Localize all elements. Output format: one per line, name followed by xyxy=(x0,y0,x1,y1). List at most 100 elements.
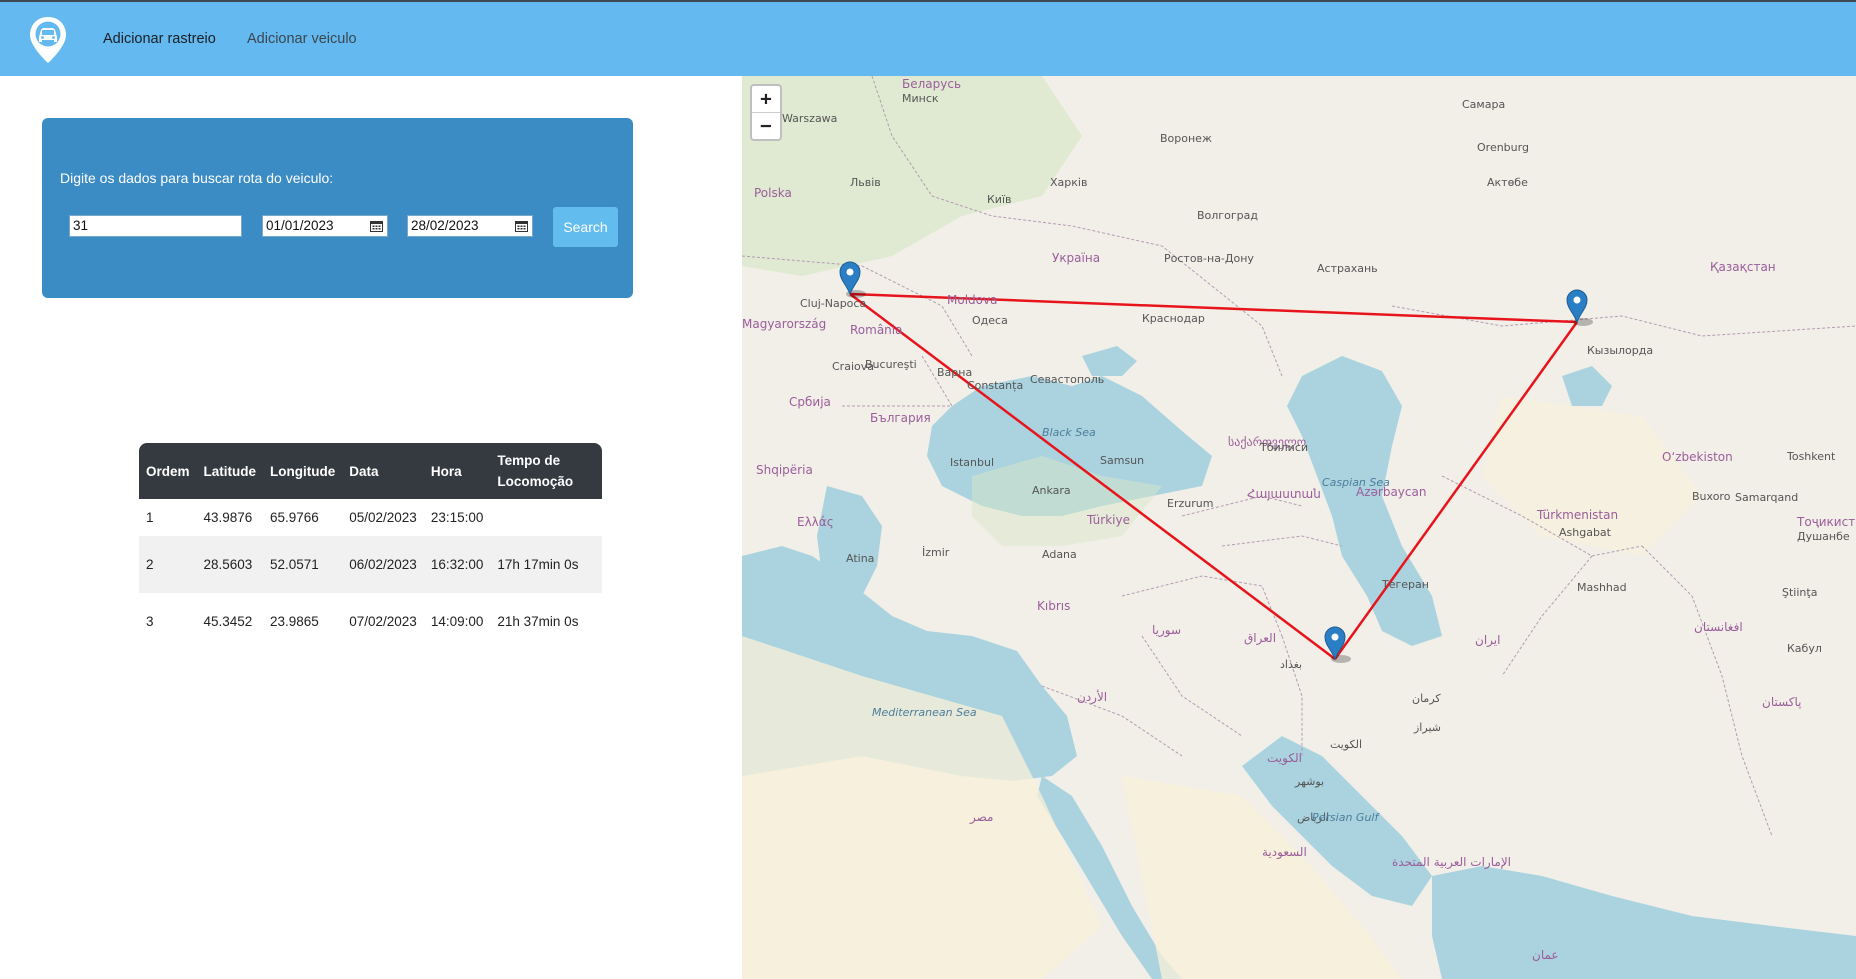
cell-latitude: 28.5603 xyxy=(203,557,253,572)
map-label: Craiova xyxy=(832,360,874,373)
map-label: Mediterranean Sea xyxy=(872,706,977,719)
map-label: Харків xyxy=(1050,176,1087,189)
zoom-out-button[interactable]: − xyxy=(752,113,780,139)
map-label: Kıbrıs xyxy=(1037,599,1070,613)
map-label: مصر xyxy=(969,810,993,825)
map-label: Волгоград xyxy=(1197,209,1258,222)
search-prompt: Digite os dados para buscar rota do veic… xyxy=(60,170,334,186)
map-label: Magyarország xyxy=(742,317,826,331)
map-label: Warszawa xyxy=(782,112,837,125)
map-label: Одеса xyxy=(972,314,1008,327)
map-label: الكويت xyxy=(1330,738,1362,751)
cell-hora: 14:09:00 xyxy=(430,614,484,629)
map-label: Polska xyxy=(754,186,792,200)
map-label: Türkiye xyxy=(1086,513,1130,527)
map-label: پاکستان xyxy=(1762,695,1802,709)
col-ordem: Ordem xyxy=(146,463,190,479)
map-label: شیراز xyxy=(1413,721,1441,734)
cell-longitude: 23.9865 xyxy=(270,614,319,629)
table-header-row: Ordem Latitude Longitude Data Hora Tempo… xyxy=(139,443,602,499)
zoom-in-button[interactable]: + xyxy=(752,86,780,113)
calendar-icon[interactable] xyxy=(515,220,528,232)
cell-latitude: 43.9876 xyxy=(203,510,253,525)
map-label: Mashhad xyxy=(1577,581,1627,594)
nav-add-vehicle[interactable]: Adicionar veiculo xyxy=(247,31,357,47)
cell-data: 05/02/2023 xyxy=(349,510,417,525)
cell-hora: 23:15:00 xyxy=(430,510,484,525)
map-label: Беларусь xyxy=(902,77,961,91)
map-label: Buxoro xyxy=(1692,490,1731,503)
map-label: Тбилиси xyxy=(1259,441,1308,454)
search-button[interactable]: Search xyxy=(553,207,618,247)
cell-tempo xyxy=(490,499,602,536)
map-label: الأردن xyxy=(1077,689,1107,705)
map-label: Душанбе xyxy=(1797,530,1850,543)
end-date-input[interactable]: 28/02/2023 xyxy=(407,215,533,237)
cell-ordem: 3 xyxy=(146,614,154,629)
top-navbar: Adicionar rastreio Adicionar veiculo xyxy=(0,0,1856,76)
route-map[interactable]: Беларусь Україна Moldova România Българи… xyxy=(742,76,1856,979)
map-label: Shqipëria xyxy=(756,463,813,477)
map-label: Persian Gulf xyxy=(1312,811,1380,824)
map-label: الكويت xyxy=(1267,751,1302,766)
col-tempo: Tempo de Locomoção xyxy=(497,453,574,489)
map-label: Астрахань xyxy=(1317,262,1378,275)
map-label: Հայաստան xyxy=(1247,487,1321,501)
map-label: Актөбе xyxy=(1487,176,1528,189)
col-longitude: Longitude xyxy=(270,463,336,479)
end-date-value: 28/02/2023 xyxy=(411,218,479,233)
map-label: İzmir xyxy=(922,546,950,559)
cell-data: 07/02/2023 xyxy=(349,614,417,629)
map-label: Türkmenistan xyxy=(1536,508,1618,522)
cell-longitude: 65.9766 xyxy=(270,510,319,525)
map-label: Ştiinţa xyxy=(1782,586,1817,599)
map-label: Самара xyxy=(1462,98,1505,111)
col-latitude: Latitude xyxy=(203,463,257,479)
map-label: Constanța xyxy=(967,379,1023,392)
cell-data: 06/02/2023 xyxy=(349,557,417,572)
map-label: سوريا xyxy=(1152,623,1181,638)
map-label: بغداد xyxy=(1280,658,1302,671)
map-label: România xyxy=(850,323,902,337)
nav-add-tracking[interactable]: Adicionar rastreio xyxy=(103,31,216,47)
map-label: عمان xyxy=(1532,948,1559,962)
map-label: Минск xyxy=(902,92,939,105)
cell-tempo: 21h 37min 0s xyxy=(497,614,579,629)
map-label: Cluj-Napoca xyxy=(800,297,866,310)
map-label: Ελλάς xyxy=(797,515,834,529)
map-canvas[interactable]: Беларусь Україна Moldova România Българи… xyxy=(742,76,1856,979)
cell-hora: 16:32:00 xyxy=(430,557,484,572)
start-date-input[interactable]: 01/01/2023 xyxy=(262,215,388,237)
cell-ordem: 1 xyxy=(146,510,154,525)
map-label: България xyxy=(870,411,931,425)
map-label: ایران xyxy=(1475,633,1500,648)
map-label: Ashgabat xyxy=(1559,526,1612,539)
col-hora: Hora xyxy=(430,463,462,479)
map-label: Львів xyxy=(850,176,881,189)
map-label: Србија xyxy=(789,395,831,409)
table-row: 1 43.9876 65.9766 05/02/2023 23:15:00 xyxy=(139,499,602,536)
map-label: Тоҷикистон xyxy=(1796,515,1856,529)
map-label: Ankara xyxy=(1032,484,1071,497)
map-label: Севастополь xyxy=(1030,373,1104,386)
map-label: Caspian Sea xyxy=(1322,476,1390,489)
map-label: Краснодар xyxy=(1142,312,1205,325)
search-panel: Digite os dados para buscar rota do veic… xyxy=(42,118,633,298)
car-location-pin-icon[interactable] xyxy=(28,15,68,65)
map-label: کرمان xyxy=(1412,692,1441,705)
map-label: Erzurum xyxy=(1167,497,1213,510)
map-label: Samsun xyxy=(1100,454,1144,467)
map-label: الإمارات العربية المتحدة xyxy=(1392,855,1511,870)
cell-latitude: 45.3452 xyxy=(203,614,253,629)
map-label: العراق xyxy=(1244,631,1276,646)
calendar-icon[interactable] xyxy=(370,220,383,232)
vehicle-id-input[interactable]: 31 xyxy=(69,215,242,237)
map-label: Orenburg xyxy=(1477,141,1529,154)
map-label: افغانستان xyxy=(1694,620,1743,634)
map-label: Moldova xyxy=(947,293,997,307)
map-label: بوشهر xyxy=(1294,775,1324,788)
cell-tempo: 17h 17min 0s xyxy=(497,557,579,572)
map-label: Қазақстан xyxy=(1710,260,1776,274)
map-label: Adana xyxy=(1042,548,1077,561)
map-label: Samarqand xyxy=(1735,491,1798,504)
